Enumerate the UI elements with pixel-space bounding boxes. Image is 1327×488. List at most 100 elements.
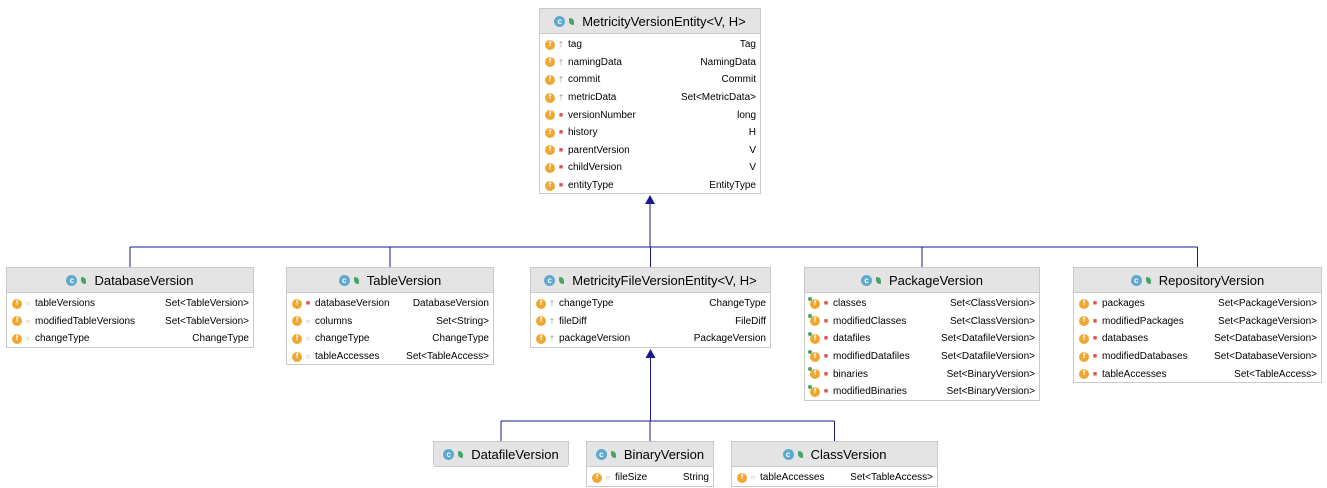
protected-visibility-icon: †	[549, 316, 555, 326]
class-icon: c	[66, 274, 78, 286]
private-visibility-icon: ■	[823, 388, 829, 396]
field-row[interactable]: f ■ packages Set<PackageVersion>	[1074, 295, 1321, 313]
field-row[interactable]: f ■ binaries Set<BinaryVersion>	[805, 365, 1039, 383]
field-icon: f	[545, 180, 555, 191]
field-type: Set<TableVersion>	[165, 298, 249, 310]
field-row[interactable]: f ○ tableVersions Set<TableVersion>	[7, 295, 253, 313]
field-icon: f	[1079, 333, 1089, 344]
field-type: V	[749, 162, 756, 174]
private-visibility-icon: ■	[823, 370, 829, 378]
field-row[interactable]: f ■ datafiles Set<DatafileVersion>	[805, 330, 1039, 348]
field-row[interactable]: f ○ columns Set<String>	[287, 313, 493, 331]
field-icon: f	[292, 351, 302, 362]
field-row[interactable]: f † changeType ChangeType	[531, 295, 770, 313]
field-row[interactable]: f ○ tableAccesses Set<TableAccess>	[287, 348, 493, 366]
field-row[interactable]: f ■ modifiedPackages Set<PackageVersion>	[1074, 313, 1321, 331]
class-icon: c	[861, 274, 873, 286]
class-box-datafile[interactable]: c DatafileVersion	[433, 441, 569, 467]
package-visibility-icon: ○	[305, 352, 311, 362]
field-name: tableAccesses	[1102, 368, 1167, 380]
field-type: Set<TableAccess>	[1234, 368, 1317, 380]
field-type: Set<ClassVersion>	[949, 315, 1035, 327]
field-list: f ■ databaseVersion DatabaseVersion f ○ column…	[287, 293, 493, 366]
field-name: modifiedDatafiles	[833, 351, 910, 363]
class-box-database[interactable]: c DatabaseVersion f ○ tableVersions Set<Table…	[6, 267, 254, 348]
field-icon: f	[1079, 369, 1089, 380]
class-header: c DatafileVersion	[434, 442, 568, 467]
field-icon: f	[808, 331, 820, 344]
field-row[interactable]: f ■ versionNumber long	[540, 106, 760, 124]
field-type: Tag	[739, 39, 756, 51]
class-box-table[interactable]: c TableVersion f ■ databaseVersion DatabaseVe…	[286, 267, 494, 365]
field-row[interactable]: f † commit Commit	[540, 71, 760, 89]
field-row[interactable]: f ○ modifiedTableVersions Set<TableVersion>	[7, 313, 253, 331]
class-name: RepositoryVersion	[1158, 272, 1265, 288]
field-name: modifiedBinaries	[833, 386, 907, 398]
field-row[interactable]: f ■ modifiedBinaries Set<BinaryVersion>	[805, 383, 1039, 401]
field-row[interactable]: f ■ classes Set<ClassVersion>	[805, 295, 1039, 313]
field-row[interactable]: f † namingData NamingData	[540, 54, 760, 72]
field-row[interactable]: f ■ parentVersion V	[540, 142, 760, 160]
field-type: PackageVersion	[693, 333, 766, 345]
field-name: changeType	[315, 333, 370, 345]
field-icon: f	[12, 298, 22, 309]
class-box-binary[interactable]: c BinaryVersion f ○ fileSize String	[586, 441, 714, 487]
field-row[interactable]: f † metricData Set<MetricData>	[540, 89, 760, 107]
protected-visibility-icon: †	[558, 57, 564, 67]
field-name: modifiedTableVersions	[35, 315, 136, 327]
class-header: c MetricityVersionEntity<V, H>	[540, 9, 760, 34]
field-row[interactable]: f ■ entityType EntityType	[540, 177, 760, 195]
field-row[interactable]: f ○ changeType ChangeType	[287, 330, 493, 348]
field-row[interactable]: f ○ changeType ChangeType	[7, 330, 253, 348]
class-name: DatafileVersion	[471, 446, 559, 462]
class-diagram: c MetricityVersionEntity<V, H> f † tag Tag f † n…	[0, 0, 1327, 487]
field-type: Set<ClassVersion>	[949, 298, 1035, 310]
public-leaf-icon	[353, 276, 359, 284]
field-row[interactable]: f ■ history H	[540, 124, 760, 142]
class-header: c PackageVersion	[805, 268, 1039, 293]
field-row[interactable]: f † tag Tag	[540, 36, 760, 54]
class-box-repository[interactable]: c RepositoryVersion f ■ packages Set<PackageV…	[1073, 267, 1322, 383]
field-list: f ○ fileSize String	[587, 467, 713, 488]
field-row[interactable]: f ■ modifiedDatabases Set<DatabaseVersion>	[1074, 348, 1321, 366]
field-row[interactable]: f † packageVersion PackageVersion	[531, 330, 770, 348]
field-icon: f	[292, 298, 302, 309]
field-type: ChangeType	[432, 333, 489, 345]
field-type: Set<BinaryVersion>	[946, 386, 1035, 398]
field-icon: f	[737, 472, 747, 483]
private-visibility-icon: ■	[558, 164, 564, 172]
field-type: DatabaseVersion	[412, 298, 489, 310]
field-row[interactable]: f ■ databaseVersion DatabaseVersion	[287, 295, 493, 313]
field-row[interactable]: f ■ databases Set<DatabaseVersion>	[1074, 330, 1321, 348]
class-name: TableVersion	[366, 272, 442, 288]
field-name: binaries	[833, 368, 869, 380]
package-visibility-icon: ○	[305, 334, 311, 344]
field-row[interactable]: f ■ modifiedClasses Set<ClassVersion>	[805, 313, 1039, 331]
field-type: Set<DatabaseVersion>	[1214, 351, 1317, 363]
protected-visibility-icon: †	[558, 75, 564, 85]
class-icon: c	[443, 448, 455, 460]
field-row[interactable]: f ○ tableAccesses Set<TableAccess>	[732, 469, 937, 487]
field-icon: f	[808, 384, 820, 397]
field-type: ChangeType	[709, 298, 766, 310]
private-visibility-icon: ■	[558, 129, 564, 137]
field-name: childVersion	[568, 162, 622, 174]
field-row[interactable]: f ■ tableAccesses Set<TableAccess>	[1074, 365, 1321, 383]
class-box-metricity[interactable]: c MetricityVersionEntity<V, H> f † tag Tag f † n…	[539, 8, 761, 194]
field-icon: f	[12, 333, 22, 344]
public-leaf-icon	[559, 276, 565, 284]
class-icon: c	[544, 274, 556, 286]
field-row[interactable]: f ■ modifiedDatafiles Set<DatafileVersion>	[805, 348, 1039, 366]
field-type: Set<PackageVersion>	[1218, 298, 1317, 310]
field-row[interactable]: f ○ fileSize String	[587, 469, 713, 487]
package-visibility-icon: ○	[25, 299, 31, 309]
field-row[interactable]: f † fileDiff FileDiff	[531, 313, 770, 331]
field-row[interactable]: f ■ childVersion V	[540, 159, 760, 177]
protected-visibility-icon: †	[549, 299, 555, 309]
field-name: columns	[315, 315, 353, 327]
class-box-package[interactable]: c PackageVersion f ■ classes Set<ClassVersion…	[804, 267, 1040, 401]
field-name: tableAccesses	[760, 472, 825, 484]
class-box-classversion[interactable]: c ClassVersion f ○ tableAccesses Set<TableAcc…	[731, 441, 938, 487]
class-box-metricityfile[interactable]: c MetricityFileVersionEntity<V, H> f † chang…	[530, 267, 771, 348]
field-type: EntityType	[709, 180, 756, 192]
